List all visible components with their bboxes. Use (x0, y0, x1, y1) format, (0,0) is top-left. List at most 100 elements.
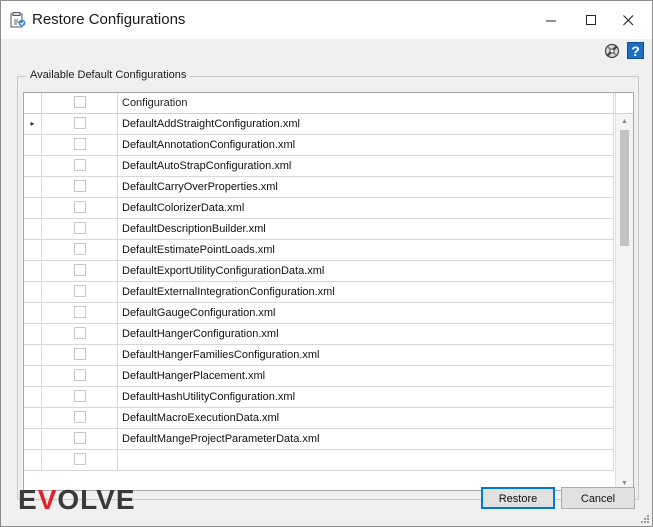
row-indicator-cell (24, 240, 42, 260)
table-row[interactable]: DefaultHangerConfiguration.xml (24, 324, 614, 345)
vertical-scrollbar[interactable]: ▲ ▼ (615, 114, 633, 490)
row-indicator-cell (24, 156, 42, 176)
table-row[interactable]: DefaultDescriptionBuilder.xml (24, 219, 614, 240)
configuration-name: DefaultHangerPlacement.xml (122, 370, 266, 382)
table-row[interactable]: DefaultExternalIntegrationConfiguration.… (24, 282, 614, 303)
configuration-cell[interactable]: DefaultColorizerData.xml (118, 198, 614, 218)
restore-button[interactable]: Restore (481, 487, 555, 509)
row-indicator-cell (24, 345, 42, 365)
table-row[interactable]: DefaultColorizerData.xml (24, 198, 614, 219)
configuration-cell[interactable]: DefaultDescriptionBuilder.xml (118, 219, 614, 239)
header-indicator-cell (24, 93, 42, 113)
row-select-checkbox[interactable] (74, 180, 86, 192)
table-row[interactable]: DefaultMacroExecutionData.xml (24, 408, 614, 429)
table-row[interactable]: DefaultExportUtilityConfigurationData.xm… (24, 261, 614, 282)
row-select-checkbox[interactable] (74, 138, 86, 150)
table-row[interactable]: ▸ DefaultAddStraightConfiguration.xml (24, 114, 614, 135)
row-select-cell (42, 240, 118, 260)
current-row-arrow-icon: ▸ (30, 119, 35, 128)
configuration-cell[interactable]: DefaultCarryOverProperties.xml (118, 177, 614, 197)
minimize-button[interactable] (531, 1, 571, 39)
table-row[interactable] (24, 450, 614, 471)
minimize-icon (545, 20, 556, 21)
row-indicator-cell (24, 387, 42, 407)
configuration-cell[interactable]: DefaultHashUtilityConfiguration.xml (118, 387, 614, 407)
row-select-checkbox[interactable] (74, 222, 86, 234)
configuration-name: DefaultMacroExecutionData.xml (122, 412, 280, 424)
row-select-cell (42, 408, 118, 428)
header-select-all-cell (42, 93, 118, 113)
row-select-cell (42, 345, 118, 365)
configuration-cell[interactable]: DefaultGaugeConfiguration.xml (118, 303, 614, 323)
resize-grip-icon[interactable] (640, 514, 650, 524)
table-row[interactable]: DefaultEstimatePointLoads.xml (24, 240, 614, 261)
row-select-cell (42, 198, 118, 218)
row-select-checkbox[interactable] (74, 348, 86, 360)
table-row[interactable]: DefaultHangerFamiliesConfiguration.xml (24, 345, 614, 366)
configuration-cell[interactable]: DefaultHangerConfiguration.xml (118, 324, 614, 344)
title-bar: Restore Configurations (1, 1, 652, 39)
row-indicator-cell: ▸ (24, 114, 42, 134)
configuration-cell[interactable]: DefaultExportUtilityConfigurationData.xm… (118, 261, 614, 281)
row-select-checkbox[interactable] (74, 327, 86, 339)
table-row[interactable]: DefaultHangerPlacement.xml (24, 366, 614, 387)
grid-header: Configuration (24, 93, 633, 114)
configuration-cell[interactable]: DefaultAnnotationConfiguration.xml (118, 135, 614, 155)
row-select-cell (42, 156, 118, 176)
row-select-cell (42, 135, 118, 155)
settings-wrench-icon[interactable] (603, 42, 621, 60)
configuration-name: DefaultAnnotationConfiguration.xml (122, 139, 296, 151)
configuration-cell[interactable]: DefaultAddStraightConfiguration.xml (118, 114, 614, 134)
row-select-checkbox[interactable] (74, 411, 86, 423)
toolbar: ? (603, 42, 644, 60)
restore-configurations-window: Restore Configurations ? Available Defau… (0, 0, 653, 527)
table-row[interactable]: DefaultAnnotationConfiguration.xml (24, 135, 614, 156)
configuration-cell[interactable] (118, 450, 614, 470)
close-icon (622, 14, 633, 25)
row-select-cell (42, 177, 118, 197)
configuration-cell[interactable]: DefaultAutoStrapConfiguration.xml (118, 156, 614, 176)
maximize-icon (585, 14, 596, 25)
configuration-cell[interactable]: DefaultMacroExecutionData.xml (118, 408, 614, 428)
configuration-cell[interactable]: DefaultHangerFamiliesConfiguration.xml (118, 345, 614, 365)
close-button[interactable] (608, 1, 648, 39)
row-select-checkbox[interactable] (74, 432, 86, 444)
table-row[interactable]: DefaultCarryOverProperties.xml (24, 177, 614, 198)
row-select-checkbox[interactable] (74, 243, 86, 255)
row-indicator-cell (24, 408, 42, 428)
scroll-thumb[interactable] (620, 130, 629, 246)
header-configuration-cell[interactable]: Configuration (118, 93, 614, 113)
row-select-checkbox[interactable] (74, 117, 86, 129)
row-select-checkbox[interactable] (74, 369, 86, 381)
row-select-checkbox[interactable] (74, 201, 86, 213)
window-title: Restore Configurations (32, 11, 186, 28)
scroll-up-icon[interactable]: ▲ (616, 114, 633, 128)
row-select-checkbox[interactable] (74, 264, 86, 276)
row-select-checkbox[interactable] (74, 285, 86, 297)
row-select-checkbox[interactable] (74, 159, 86, 171)
configuration-name: DefaultHangerConfiguration.xml (122, 328, 279, 340)
configuration-name: DefaultCarryOverProperties.xml (122, 181, 278, 193)
select-all-checkbox[interactable] (74, 96, 86, 108)
row-indicator-cell (24, 366, 42, 386)
row-select-checkbox[interactable] (74, 306, 86, 318)
configuration-cell[interactable]: DefaultEstimatePointLoads.xml (118, 240, 614, 260)
table-row[interactable]: DefaultAutoStrapConfiguration.xml (24, 156, 614, 177)
row-indicator-cell (24, 324, 42, 344)
configuration-cell[interactable]: DefaultMangeProjectParameterData.xml (118, 429, 614, 449)
table-row[interactable]: DefaultHashUtilityConfiguration.xml (24, 387, 614, 408)
configuration-name: DefaultGaugeConfiguration.xml (122, 307, 276, 319)
header-corner (615, 93, 633, 113)
configuration-cell[interactable]: DefaultHangerPlacement.xml (118, 366, 614, 386)
maximize-button[interactable] (571, 1, 611, 39)
configuration-cell[interactable]: DefaultExternalIntegrationConfiguration.… (118, 282, 614, 302)
row-select-checkbox[interactable] (74, 453, 86, 465)
row-indicator-cell (24, 177, 42, 197)
table-row[interactable]: DefaultGaugeConfiguration.xml (24, 303, 614, 324)
help-icon[interactable]: ? (627, 42, 644, 59)
row-indicator-cell (24, 429, 42, 449)
row-select-checkbox[interactable] (74, 390, 86, 402)
available-configurations-group: Available Default Configurations Configu… (17, 69, 639, 500)
table-row[interactable]: DefaultMangeProjectParameterData.xml (24, 429, 614, 450)
cancel-button[interactable]: Cancel (561, 487, 635, 509)
